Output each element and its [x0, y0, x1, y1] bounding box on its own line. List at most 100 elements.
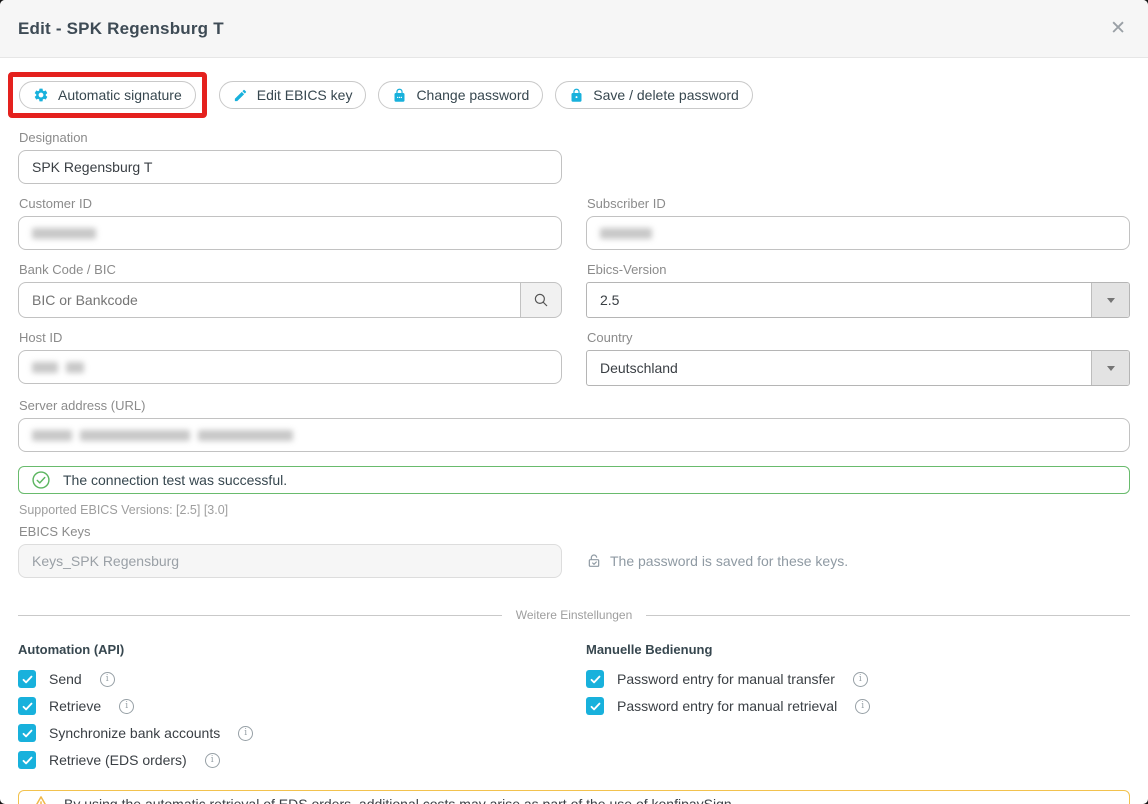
info-icon[interactable] — [853, 672, 868, 687]
ebics-version-label: Ebics-Version — [587, 262, 1130, 277]
field-ebics-keys: EBICS Keys The password is saved for the… — [18, 517, 1130, 578]
manual-transfer-checkbox[interactable] — [586, 670, 604, 688]
dialog-body: Automatic signature Edit EBICS key Chang… — [0, 58, 1148, 804]
keys-password-note-text: The password is saved for these keys. — [610, 553, 848, 569]
designation-label: Designation — [19, 130, 562, 145]
toolbar: Automatic signature Edit EBICS key Chang… — [18, 72, 1130, 118]
chevron-down-icon — [1107, 298, 1115, 303]
country-value: Deutschland — [600, 360, 678, 376]
row-ebics-keys: The password is saved for these keys. — [18, 544, 1130, 578]
redacted-value — [32, 362, 58, 373]
manual-heading: Manuelle Bedienung — [586, 642, 1130, 657]
edit-ebics-key-button[interactable]: Edit EBICS key — [219, 81, 367, 109]
bank-search-button[interactable] — [520, 282, 562, 318]
row-designation: Designation — [18, 118, 1130, 184]
connection-success-alert: The connection test was successful. — [18, 466, 1130, 494]
check-icon — [589, 673, 602, 686]
section-divider: Weitere Einstellungen — [18, 608, 1130, 622]
row-host-country: Host ID Country Deutschland — [18, 318, 1130, 386]
bank-code-input[interactable] — [18, 282, 520, 318]
edit-connection-dialog: Edit - SPK Regensburg T ✕ Automatic sign… — [0, 0, 1148, 804]
automation-heading: Automation (API) — [18, 642, 562, 657]
ebics-version-value: 2.5 — [600, 292, 619, 308]
server-url-label: Server address (URL) — [19, 398, 1130, 413]
chevron-down-icon — [1107, 366, 1115, 371]
info-icon[interactable] — [238, 726, 253, 741]
automation-column: Automation (API) Send Retrieve Synchroni… — [18, 642, 562, 778]
field-customer-id: Customer ID — [18, 184, 562, 250]
checkbox-label: Retrieve — [49, 698, 101, 714]
subscriber-id-label: Subscriber ID — [587, 196, 1130, 211]
pencil-icon — [233, 88, 248, 103]
close-icon[interactable]: ✕ — [1110, 19, 1126, 38]
synchronize-accounts-checkbox[interactable] — [18, 724, 36, 742]
host-id-label: Host ID — [19, 330, 562, 345]
designation-input[interactable] — [18, 150, 562, 184]
success-message: The connection test was successful. — [63, 472, 287, 488]
button-label: Automatic signature — [58, 87, 182, 103]
ebics-keys-label: EBICS Keys — [19, 524, 1130, 539]
info-icon[interactable] — [205, 753, 220, 768]
field-server-url: Server address (URL) — [18, 386, 1130, 452]
checkbox-label: Password entry for manual retrieval — [617, 698, 837, 714]
search-icon — [532, 291, 550, 309]
bank-code-label: Bank Code / BIC — [19, 262, 562, 277]
manual-column: Manuelle Bedienung Password entry for ma… — [586, 642, 1130, 778]
check-icon — [589, 700, 602, 713]
row-bank-version: Bank Code / BIC Ebics-Version 2.5 — [18, 250, 1130, 318]
highlight-box: Automatic signature — [8, 72, 207, 118]
check-icon — [21, 754, 34, 767]
redacted-value — [80, 430, 190, 441]
bank-code-group — [18, 282, 562, 318]
field-ebics-version: Ebics-Version 2.5 — [586, 250, 1130, 318]
warning-triangle-icon — [31, 794, 51, 804]
country-select[interactable]: Deutschland — [586, 350, 1130, 386]
check-icon — [21, 700, 34, 713]
keys-password-note: The password is saved for these keys. — [586, 553, 848, 569]
check-circle-icon — [31, 470, 51, 490]
info-icon[interactable] — [855, 699, 870, 714]
change-password-button[interactable]: Change password — [378, 81, 543, 109]
save-delete-password-button[interactable]: Save / delete password — [555, 81, 753, 109]
checkbox-label: Send — [49, 671, 82, 687]
checkbox-label: Password entry for manual transfer — [617, 671, 835, 687]
checkbox-label: Synchronize bank accounts — [49, 725, 220, 741]
dropdown-button[interactable] — [1091, 351, 1129, 385]
info-icon[interactable] — [100, 672, 115, 687]
button-label: Save / delete password — [593, 87, 739, 103]
dropdown-button[interactable] — [1091, 283, 1129, 317]
check-icon — [21, 673, 34, 686]
host-id-input[interactable] — [18, 350, 562, 384]
info-icon[interactable] — [119, 699, 134, 714]
customer-id-input[interactable] — [18, 216, 562, 250]
retrieve-checkbox[interactable] — [18, 697, 36, 715]
warning-message: By using the automatic retrieval of EDS … — [64, 796, 736, 804]
eds-cost-warning-alert: By using the automatic retrieval of EDS … — [18, 790, 1130, 804]
redacted-value — [32, 228, 96, 239]
subscriber-id-input[interactable] — [586, 216, 1130, 250]
supported-versions-text: Supported EBICS Versions: [2.5] [3.0] — [19, 503, 1130, 517]
checkbox-row-send: Send — [18, 670, 562, 688]
country-label: Country — [587, 330, 1130, 345]
send-checkbox[interactable] — [18, 670, 36, 688]
ebics-keys-input — [18, 544, 562, 578]
button-label: Edit EBICS key — [257, 87, 353, 103]
checkbox-row-retrieve: Retrieve — [18, 697, 562, 715]
automatic-signature-button[interactable]: Automatic signature — [19, 81, 196, 109]
checkbox-label: Retrieve (EDS orders) — [49, 752, 187, 768]
checkbox-row-retrieve-eds: Retrieve (EDS orders) — [18, 751, 562, 769]
field-country: Country Deutschland — [586, 318, 1130, 386]
divider-label: Weitere Einstellungen — [516, 608, 633, 622]
server-url-input[interactable] — [18, 418, 1130, 452]
field-host-id: Host ID — [18, 318, 562, 386]
checkbox-row-manual-retrieval: Password entry for manual retrieval — [586, 697, 1130, 715]
button-label: Change password — [416, 87, 529, 103]
redacted-value — [198, 430, 293, 441]
lock-keypad-icon — [392, 88, 407, 103]
redacted-value — [32, 430, 72, 441]
settings-columns: Automation (API) Send Retrieve Synchroni… — [18, 642, 1130, 778]
checkbox-row-sync-accounts: Synchronize bank accounts — [18, 724, 562, 742]
retrieve-eds-checkbox[interactable] — [18, 751, 36, 769]
manual-retrieval-checkbox[interactable] — [586, 697, 604, 715]
ebics-version-select[interactable]: 2.5 — [586, 282, 1130, 318]
